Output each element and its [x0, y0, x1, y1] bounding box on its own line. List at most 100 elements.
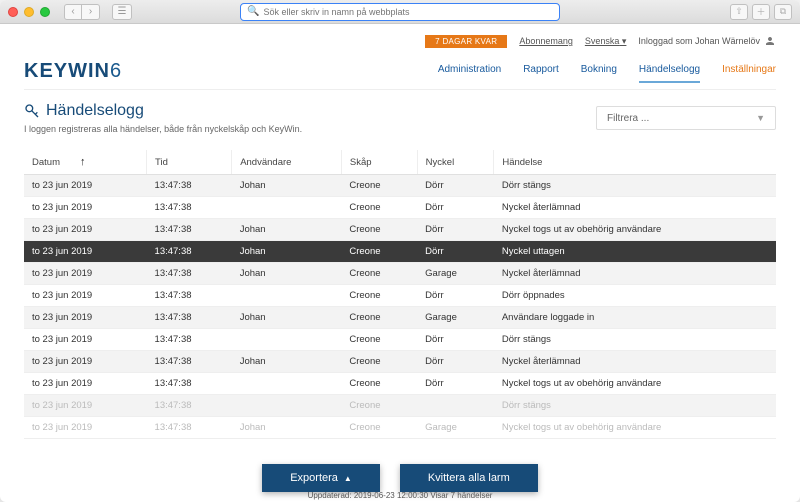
- chevron-down-icon: ▼: [756, 113, 765, 123]
- table-row[interactable]: to 23 jun 201913:47:38JohanCreoneDörrNyc…: [24, 241, 776, 263]
- col-key[interactable]: Nyckel: [417, 150, 494, 175]
- search-icon: 🔍: [247, 6, 259, 17]
- nav-bokning[interactable]: Bokning: [581, 64, 617, 83]
- nav-handelselogg[interactable]: Händelselogg: [639, 64, 700, 83]
- cell-key: Dörr: [417, 219, 494, 241]
- cell-date: to 23 jun 2019: [24, 285, 147, 307]
- cell-time: 13:47:38: [147, 307, 232, 329]
- table-row[interactable]: to 23 jun 201913:47:38JohanCreoneGarageA…: [24, 307, 776, 329]
- cell-date: to 23 jun 2019: [24, 351, 147, 373]
- cell-date: to 23 jun 2019: [24, 175, 147, 197]
- nav-rapport[interactable]: Rapport: [523, 64, 559, 83]
- language-select[interactable]: Svenska ▾: [585, 36, 627, 47]
- url-input[interactable]: [263, 7, 553, 17]
- browser-window: ‹ › ☰ 🔍 ⇧ ＋ ⧉ 7 DAGAR KVAR Abonnemang Sv…: [0, 0, 800, 502]
- cell-time: 13:47:38: [147, 373, 232, 395]
- cell-time: 13:47:38: [147, 395, 232, 417]
- cell-time: 13:47:38: [147, 241, 232, 263]
- event-table-wrap: Datum↑ Tid Andvändare Skåp Nyckel Händel…: [24, 150, 776, 502]
- sidebar-toggle-icon[interactable]: ☰: [112, 4, 132, 20]
- url-bar[interactable]: 🔍: [240, 3, 560, 21]
- cell-key: [417, 395, 494, 417]
- cell-event: Nyckel uttagen: [494, 241, 776, 263]
- table-row[interactable]: to 23 jun 201913:47:38CreoneDörrNyckel t…: [24, 373, 776, 395]
- cell-key: Garage: [417, 263, 494, 285]
- cell-key: Garage: [417, 417, 494, 439]
- nav-installningar[interactable]: Inställningar: [722, 64, 776, 83]
- days-left-badge: 7 DAGAR KVAR: [425, 35, 507, 48]
- col-user[interactable]: Andvändare: [232, 150, 342, 175]
- cell-time: 13:47:38: [147, 263, 232, 285]
- cell-user: Johan: [232, 263, 342, 285]
- user-label: Inloggad som Johan Wärnelöv: [638, 36, 760, 46]
- cell-event: Dörr öppnades: [494, 285, 776, 307]
- export-button[interactable]: Exportera▲: [262, 464, 380, 492]
- cell-time: 13:47:38: [147, 329, 232, 351]
- cell-key: Dörr: [417, 197, 494, 219]
- tabs-icon[interactable]: ⧉: [774, 4, 792, 20]
- forward-button[interactable]: ›: [82, 4, 100, 20]
- back-button[interactable]: ‹: [64, 4, 82, 20]
- event-table: Datum↑ Tid Andvändare Skåp Nyckel Händel…: [24, 150, 776, 439]
- share-icon[interactable]: ⇧: [730, 4, 748, 20]
- cell-cabinet: Creone: [341, 395, 417, 417]
- page-content: 7 DAGAR KVAR Abonnemang Svenska ▾ Inlogg…: [0, 24, 800, 502]
- table-row[interactable]: to 23 jun 201913:47:38CreoneDörrDörr stä…: [24, 329, 776, 351]
- cell-time: 13:47:38: [147, 175, 232, 197]
- table-row[interactable]: to 23 jun 201913:47:38JohanCreoneDörrDör…: [24, 175, 776, 197]
- cell-event: Nyckel togs ut av obehörig användare: [494, 417, 776, 439]
- table-row[interactable]: to 23 jun 201913:47:38JohanCreoneGarageN…: [24, 417, 776, 439]
- cell-key: Dörr: [417, 329, 494, 351]
- cell-key: Garage: [417, 307, 494, 329]
- cell-key: Dörr: [417, 351, 494, 373]
- titlebar: ‹ › ☰ 🔍 ⇧ ＋ ⧉: [0, 0, 800, 24]
- header: KEYWIN6 Administration Rapport Bokning H…: [24, 60, 776, 90]
- cell-user: Johan: [232, 241, 342, 263]
- table-row[interactable]: to 23 jun 201913:47:38CreoneDörr stängs: [24, 395, 776, 417]
- table-row[interactable]: to 23 jun 201913:47:38CreoneDörrDörr öpp…: [24, 285, 776, 307]
- cell-event: Dörr stängs: [494, 175, 776, 197]
- table-row[interactable]: to 23 jun 201913:47:38JohanCreoneDörrNyc…: [24, 219, 776, 241]
- minimize-window-icon[interactable]: [24, 7, 34, 17]
- maximize-window-icon[interactable]: [40, 7, 50, 17]
- account-topbar: 7 DAGAR KVAR Abonnemang Svenska ▾ Inlogg…: [24, 32, 776, 50]
- cell-date: to 23 jun 2019: [24, 373, 147, 395]
- filter-dropdown[interactable]: Filtrera ... ▼: [596, 106, 776, 130]
- bottom-actions: Exportera▲ Kvittera alla larm: [24, 464, 776, 492]
- logo: KEYWIN6: [24, 60, 122, 83]
- cell-time: 13:47:38: [147, 417, 232, 439]
- cell-user: Johan: [232, 417, 342, 439]
- cell-time: 13:47:38: [147, 285, 232, 307]
- sort-asc-icon: ↑: [80, 156, 86, 168]
- col-cabinet[interactable]: Skåp: [341, 150, 417, 175]
- user-chip[interactable]: Inloggad som Johan Wärnelöv: [638, 35, 776, 47]
- cell-date: to 23 jun 2019: [24, 219, 147, 241]
- table-row[interactable]: to 23 jun 201913:47:38JohanCreoneDörrNyc…: [24, 351, 776, 373]
- col-event[interactable]: Händelse: [494, 150, 776, 175]
- cell-user: [232, 395, 342, 417]
- cell-event: Nyckel återlämnad: [494, 351, 776, 373]
- cell-cabinet: Creone: [341, 175, 417, 197]
- cell-cabinet: Creone: [341, 241, 417, 263]
- window-controls: [8, 7, 50, 17]
- nav-administration[interactable]: Administration: [438, 64, 501, 83]
- cell-key: Dörr: [417, 373, 494, 395]
- col-date[interactable]: Datum↑: [24, 150, 147, 175]
- cell-event: Nyckel togs ut av obehörig användare: [494, 219, 776, 241]
- cell-event: Nyckel återlämnad: [494, 263, 776, 285]
- cell-user: [232, 197, 342, 219]
- cell-event: Nyckel återlämnad: [494, 197, 776, 219]
- new-tab-icon[interactable]: ＋: [752, 4, 770, 20]
- table-row[interactable]: to 23 jun 201913:47:38JohanCreoneGarageN…: [24, 263, 776, 285]
- table-row[interactable]: to 23 jun 201913:47:38CreoneDörrNyckel å…: [24, 197, 776, 219]
- nav-buttons: ‹ ›: [64, 4, 100, 20]
- cell-user: [232, 285, 342, 307]
- cell-user: Johan: [232, 307, 342, 329]
- cell-time: 13:47:38: [147, 351, 232, 373]
- subscription-link[interactable]: Abonnemang: [519, 36, 573, 46]
- close-window-icon[interactable]: [8, 7, 18, 17]
- cell-cabinet: Creone: [341, 263, 417, 285]
- cell-cabinet: Creone: [341, 219, 417, 241]
- col-time[interactable]: Tid: [147, 150, 232, 175]
- ack-all-alarms-button[interactable]: Kvittera alla larm: [400, 464, 538, 492]
